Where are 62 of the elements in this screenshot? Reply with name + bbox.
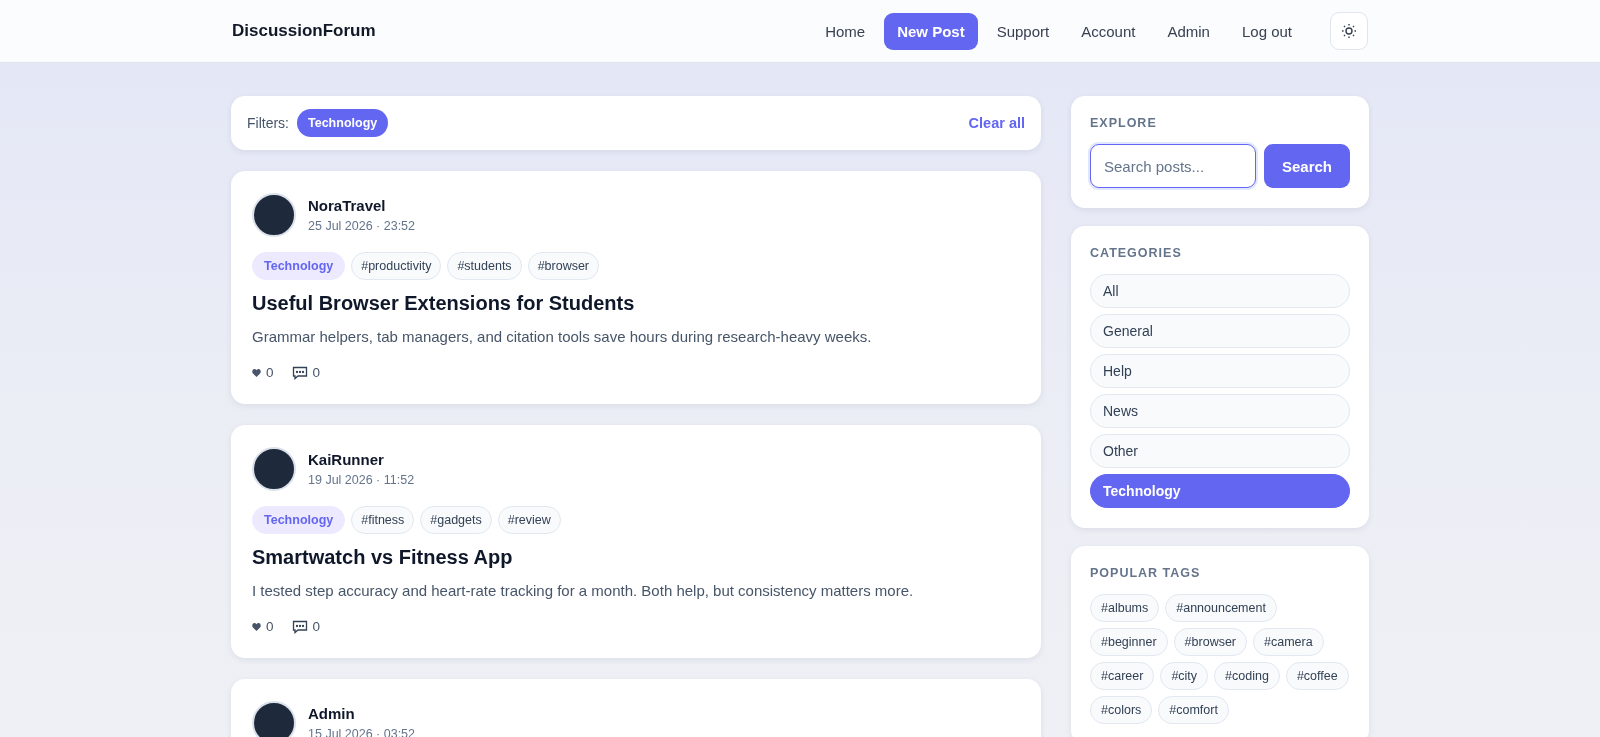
post-title[interactable]: Useful Browser Extensions for Students bbox=[252, 292, 1020, 315]
popular-tag[interactable]: #coding bbox=[1214, 662, 1280, 690]
nav-link[interactable]: Support bbox=[983, 12, 1063, 50]
post-date: 19 Jul 2026 · 11:52 bbox=[308, 473, 415, 487]
comment-icon bbox=[291, 365, 308, 380]
category-item[interactable]: Technology bbox=[1090, 474, 1350, 508]
site-logo[interactable]: DiscussionForum bbox=[232, 21, 813, 41]
category-tag[interactable]: Technology bbox=[252, 252, 346, 280]
author-name[interactable]: KaiRunner bbox=[308, 451, 415, 468]
popular-tag[interactable]: #career bbox=[1090, 662, 1155, 690]
popular-tag[interactable]: #colors bbox=[1090, 696, 1153, 724]
search-field[interactable]: Search posts... bbox=[1090, 144, 1256, 188]
sun-icon bbox=[1341, 23, 1357, 39]
like-count[interactable]: 0 bbox=[252, 365, 274, 380]
popular-tag[interactable]: #city bbox=[1160, 662, 1209, 690]
post-title[interactable]: Smartwatch vs Fitness App bbox=[252, 546, 1020, 569]
hashtag[interactable]: #gadgets bbox=[420, 506, 492, 534]
category-item[interactable]: General bbox=[1090, 314, 1350, 348]
avatar bbox=[252, 701, 296, 737]
active-filter-chip[interactable]: Technology bbox=[297, 109, 389, 137]
search-button[interactable]: Search bbox=[1264, 144, 1350, 188]
section-heading: POPULAR TAGS bbox=[1090, 566, 1202, 580]
popular-tag[interactable]: #camera bbox=[1253, 628, 1324, 656]
nav-link[interactable]: Admin bbox=[1154, 12, 1223, 50]
like-count[interactable]: 0 bbox=[252, 619, 274, 634]
hashtag[interactable]: #browser bbox=[527, 252, 600, 280]
hashtag[interactable]: #students bbox=[447, 252, 522, 280]
new-post-button[interactable]: New Post bbox=[884, 12, 978, 50]
clear-all-link[interactable]: Clear all bbox=[968, 115, 1025, 131]
category-item[interactable]: Other bbox=[1090, 434, 1350, 468]
category-item[interactable]: Help bbox=[1090, 354, 1350, 388]
author-name[interactable]: Admin bbox=[308, 705, 416, 722]
popular-tag[interactable]: #comfort bbox=[1158, 696, 1229, 724]
hashtag[interactable]: #fitness bbox=[351, 506, 415, 534]
nav-link[interactable]: Account bbox=[1068, 12, 1149, 50]
category-tag[interactable]: Technology bbox=[252, 506, 346, 534]
avatar bbox=[252, 193, 296, 237]
section-heading: EXPLORE bbox=[1090, 116, 1158, 130]
hashtag[interactable]: #review bbox=[497, 506, 561, 534]
nav-link[interactable]: Home bbox=[812, 12, 879, 50]
popular-tag[interactable]: #beginner bbox=[1090, 628, 1168, 656]
comment-count[interactable]: 0 bbox=[291, 365, 321, 380]
theme-toggle-button[interactable] bbox=[1330, 12, 1368, 50]
popular-tag[interactable]: #browser bbox=[1173, 628, 1248, 656]
comment-icon bbox=[291, 619, 308, 634]
popular-tag[interactable]: #coffee bbox=[1285, 662, 1349, 690]
post-excerpt: I tested step accuracy and heart-rate tracking for a month. Both help, but consistency matters more. bbox=[252, 582, 915, 599]
heart-icon bbox=[252, 622, 261, 631]
avatar bbox=[252, 447, 296, 491]
heart-icon bbox=[252, 368, 261, 377]
popular-tag[interactable]: #announcement bbox=[1165, 594, 1277, 622]
post-excerpt: Grammar helpers, tab managers, and citation tools save hours during research-heavy weeks. bbox=[252, 328, 873, 345]
category-item[interactable]: News bbox=[1090, 394, 1350, 428]
category-item[interactable]: All bbox=[1090, 274, 1350, 308]
author-name[interactable]: NoraTravel bbox=[308, 197, 416, 214]
post-date: 25 Jul 2026 · 23:52 bbox=[308, 219, 416, 233]
filters-label: Filters: bbox=[247, 115, 289, 131]
comment-count[interactable]: 0 bbox=[291, 619, 321, 634]
popular-tag[interactable]: #albums bbox=[1090, 594, 1160, 622]
section-heading: CATEGORIES bbox=[1090, 246, 1183, 260]
nav-link[interactable]: Log out bbox=[1228, 12, 1305, 50]
hashtag[interactable]: #productivity bbox=[351, 252, 442, 280]
